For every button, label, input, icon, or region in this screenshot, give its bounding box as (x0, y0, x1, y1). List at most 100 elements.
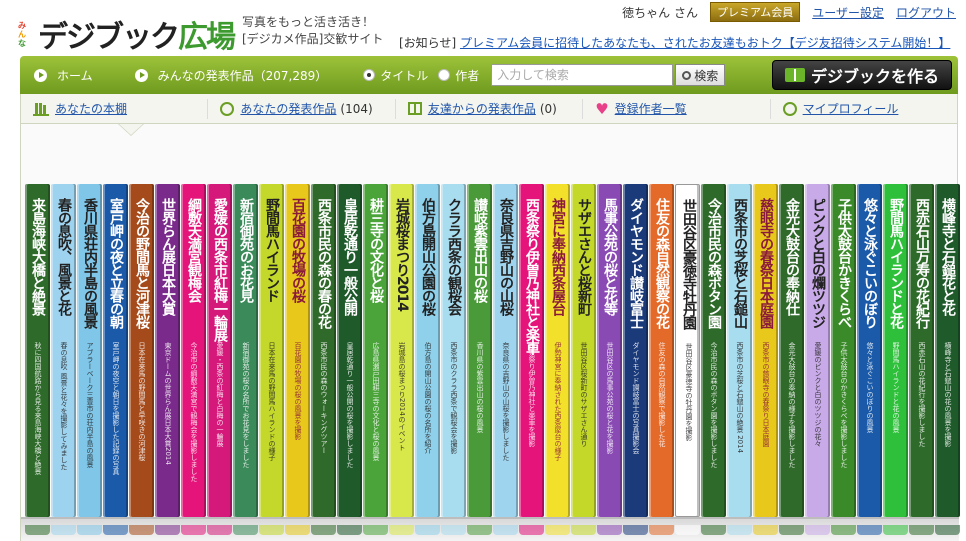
book-subtitle: 春の息吹 風景と花々を撮影してみました (60, 342, 68, 471)
search-button[interactable]: 検索 (675, 64, 726, 86)
book-spine[interactable]: 新宿御苑のお花見 新宿御苑の桜の名所でお花見をしました (233, 184, 258, 517)
radio-author[interactable]: 作者 (438, 67, 479, 84)
book-title: 西条祭り伊曽乃神社と楽車 (524, 198, 540, 354)
book-spine[interactable]: 神宮に奉納西条屋台 伊勢神宮に奉納された西条屋台の様子 (545, 184, 570, 517)
play-icon (34, 68, 47, 82)
book-foot (753, 525, 778, 535)
book-spine[interactable]: 横峰寺と石鎚花と花 横峰寺と石鎚山の花の風景を撮影 (935, 184, 960, 517)
book-foot (935, 525, 960, 535)
book-title: サザエさんと桜新町 (576, 198, 592, 315)
book-spine[interactable]: 西赤石山万寿の花紀行 西赤石山の花紀行を撮影しました (909, 184, 934, 517)
book-spine[interactable]: 奈良県吉野山の山桜 奈良県の吉野山の山桜を撮影しました (493, 184, 518, 517)
site-logo[interactable]: み ん な デジブック広場 (18, 12, 236, 56)
tab-friends-works-count: (0) (539, 101, 557, 116)
search-input[interactable] (491, 64, 674, 86)
book-foot (623, 525, 648, 535)
book-spine[interactable]: 世界らん展日本大賞 東京ドームの世界らん展日本大賞2014 (155, 184, 180, 517)
tab-profile[interactable]: マイプロフィール (771, 99, 957, 119)
bookshelf-icon (33, 102, 49, 116)
book-spine[interactable]: クララ西条の観桜会 西条市のクララ西条で観桜会を撮影 (441, 184, 466, 517)
nav-all-works[interactable]: みんなの発表作品（207,289） (134, 67, 328, 84)
book-spine[interactable]: 今治の野間馬と河津桜 日本在来馬の野間馬と早咲きの河津桜 (129, 184, 154, 517)
book-spine[interactable]: 慈眼寺の春祭日本庭園 西条市の慈眼寺の春祭り日本庭園 (753, 184, 778, 517)
tab-my-works[interactable]: あなたの発表作品 (104) (208, 98, 396, 119)
book-spine[interactable]: 馬事公苑の桜と花等 世田谷区の馬事公苑の桜と花を撮影 (597, 184, 622, 517)
tagline-line-1: 写真をもっと活き活き！ (242, 15, 375, 29)
book-spine[interactable]: 綱敷天満宮観梅会 今治市の綱敷天満宮で観梅会を撮影しました (181, 184, 206, 517)
book-spine[interactable]: 室戸岬の夜と立春の朝 室戸岬の夜空と朝日を撮影した記録の写真 (103, 184, 128, 517)
book-spine[interactable]: 悠々と泳ぐこいのぼり 悠々と泳ぐこいのぼりの風景 (857, 184, 882, 517)
book-foot (103, 525, 128, 535)
book-spine[interactable]: ピンクと白の爛ツツジ 愛媛のピンクと白のツツジの花々 (805, 184, 830, 517)
book-foot (519, 525, 544, 535)
logo-char-1: み (18, 20, 26, 30)
profile-icon (782, 101, 797, 116)
logo-char-3: な (18, 38, 26, 48)
book-icon (784, 68, 805, 82)
tab-my-works-count: (104) (340, 101, 373, 116)
book-spine[interactable]: 岩城桜まつり2014 岩城島の桜まつり2014のイベント (389, 184, 414, 517)
user-settings-link[interactable]: ユーザー設定 (812, 4, 884, 21)
book-foot (493, 525, 518, 535)
book-subtitle: 世田谷区豪徳寺の牡丹園を撮影 (685, 343, 693, 441)
tab-authors-label[interactable]: 登録作者一覧 (615, 100, 687, 117)
book-spine[interactable]: 今治市民の森ボタン園 今治市民の森のボタン園を撮影しました (701, 184, 726, 517)
tab-profile-label[interactable]: マイプロフィール (803, 100, 899, 117)
book-title: 百花園の牧場の桜 (290, 198, 306, 302)
create-digibook-button[interactable]: デジブックを作る (772, 60, 952, 90)
book-subtitle: 西条市の芝桜と石鎚山の絶景 2014 (736, 342, 744, 454)
book-title: 神宮に奉納西条屋台 (550, 198, 566, 315)
book-spine[interactable]: 香川県荘内半島の風景 アブラーベーク三豊市の荘内半島の風景 (77, 184, 102, 517)
book-foot (77, 525, 102, 535)
book-spine[interactable]: 愛媛の西条市紅梅一輪展 愛媛・西条の紅梅と白梅の一輪展 (207, 184, 232, 517)
tab-authors[interactable]: ♥ 登録作者一覧 (583, 98, 771, 119)
book-foot (389, 525, 414, 535)
notice-bar: [お知らせ] プレミアム会員に招待したあなたも、されたお友達もおトク【デジ友招待… (399, 34, 950, 51)
book-subtitle: 岩城島の桜まつり2014のイベント (398, 342, 406, 451)
book-spine[interactable]: 世田谷区豪徳寺牡丹園 世田谷区豪徳寺の牡丹園を撮影 (675, 184, 700, 517)
book-spine[interactable]: 春の息吹、風景と花 春の息吹 風景と花々を撮影してみました (51, 184, 76, 517)
tab-friends-works[interactable]: 友達からの発表作品 (0) (396, 98, 584, 119)
logo-text: デジブック広場 (38, 12, 236, 56)
book-spine[interactable]: 金光大鼓台の奉納仕 金光大鼓台の奉納の様子を撮影しました (779, 184, 804, 517)
tab-friends-works-label[interactable]: 友達からの発表作品 (428, 100, 536, 117)
tab-pointer (119, 124, 143, 135)
book-spine[interactable]: 讃岐紫雲出山の桜 香川県の紫雲出山の桜の風景 (467, 184, 492, 517)
book-subtitle: 奈良県の吉野山の山桜を撮影しました (502, 342, 510, 461)
book-spine[interactable]: 皇居乾通り一般公開 皇居乾通り一般公開の桜を撮影しました (337, 184, 362, 517)
book-title: 野間馬ハイランドと花 (888, 198, 904, 328)
book-spine[interactable]: サザエさんと桜新町 世田谷区桜新町のサザエさん通り (571, 184, 596, 517)
book-title: 住友の森自然観察の花 (654, 198, 670, 328)
book-spine[interactable]: 子供太鼓台かきくらべ 子供太鼓台のかきくらべを撮影しました (831, 184, 856, 517)
book-foot (129, 525, 154, 535)
book-spine[interactable]: 伯方島開山公園の桜 伯方島の開山公園の桜の名所を紹介 (415, 184, 440, 517)
book-spine[interactable]: 西条市の芝桜と石鎚山 西条市の芝桜と石鎚山の絶景 2014 (727, 184, 752, 517)
radio-title[interactable]: タイトル (363, 67, 428, 84)
book-foot (727, 525, 752, 535)
book-subtitle: 新宿御苑の桜の名所でお花見をしました (242, 342, 250, 468)
book-spine[interactable]: 野間馬ハイランドと花 野間馬ハイランドと花の風景 (883, 184, 908, 517)
book-title: 世界らん展日本大賞 (160, 198, 176, 315)
book-spine[interactable]: 耕三寺の文化と桜 広島県瀬戸田耕三寺の文化と桜の風景 (363, 184, 388, 517)
main-navbar: ホーム みんなの発表作品（207,289） タイトル 作者 検索 デジブックを作… (20, 56, 958, 94)
book-title: 香川県荘内半島の風景 (82, 198, 98, 328)
book-spine[interactable]: ダイヤモンド讃岐富士 ダイヤモンド讃岐富士の写真撮影会 (623, 184, 648, 517)
nav-home[interactable]: ホーム (34, 67, 93, 84)
nav-all-works-label: みんなの発表作品（207,289） (157, 68, 328, 83)
tab-my-works-label[interactable]: あなたの発表作品 (240, 100, 336, 117)
book-spine[interactable]: 住友の森自然観察の花 住友の森の自然観察で撮影した花 (649, 184, 674, 517)
notice-link[interactable]: プレミアム会員に招待したあなたも、されたお友達もおトク【デジ友招待システム開始！… (460, 36, 950, 50)
premium-badge[interactable]: プレミアム会員 (709, 2, 801, 22)
logout-link[interactable]: ログアウト (896, 4, 956, 21)
tab-my-bookshelf[interactable]: あなたの本棚 (21, 98, 209, 119)
book-spine[interactable]: 来島海峡大橋と絶景 秋に四国航路から見る来島海峡大橋と絶景 (25, 184, 50, 517)
book-spine[interactable]: 野間馬ハイランド 日本在来馬の野間馬ハイランドの様子 (259, 184, 284, 517)
book-foot (701, 525, 726, 535)
search-button-label: 検索 (694, 68, 719, 83)
tab-my-bookshelf-label[interactable]: あなたの本棚 (55, 100, 127, 117)
book-foot (233, 525, 258, 535)
logo-char-2: ん (18, 29, 26, 39)
book-spine[interactable]: 百花園の牧場の桜 百花園の牧場の桜の風景を撮影 (285, 184, 310, 517)
book-spine[interactable]: 西条市民の森の春の花 西条市民の森のウォーキングツアー (311, 184, 336, 517)
book-spine[interactable]: 西条祭り伊曽乃神社と楽車 西条祭り伊曽乃神社と楽車を撮影 (519, 184, 544, 517)
